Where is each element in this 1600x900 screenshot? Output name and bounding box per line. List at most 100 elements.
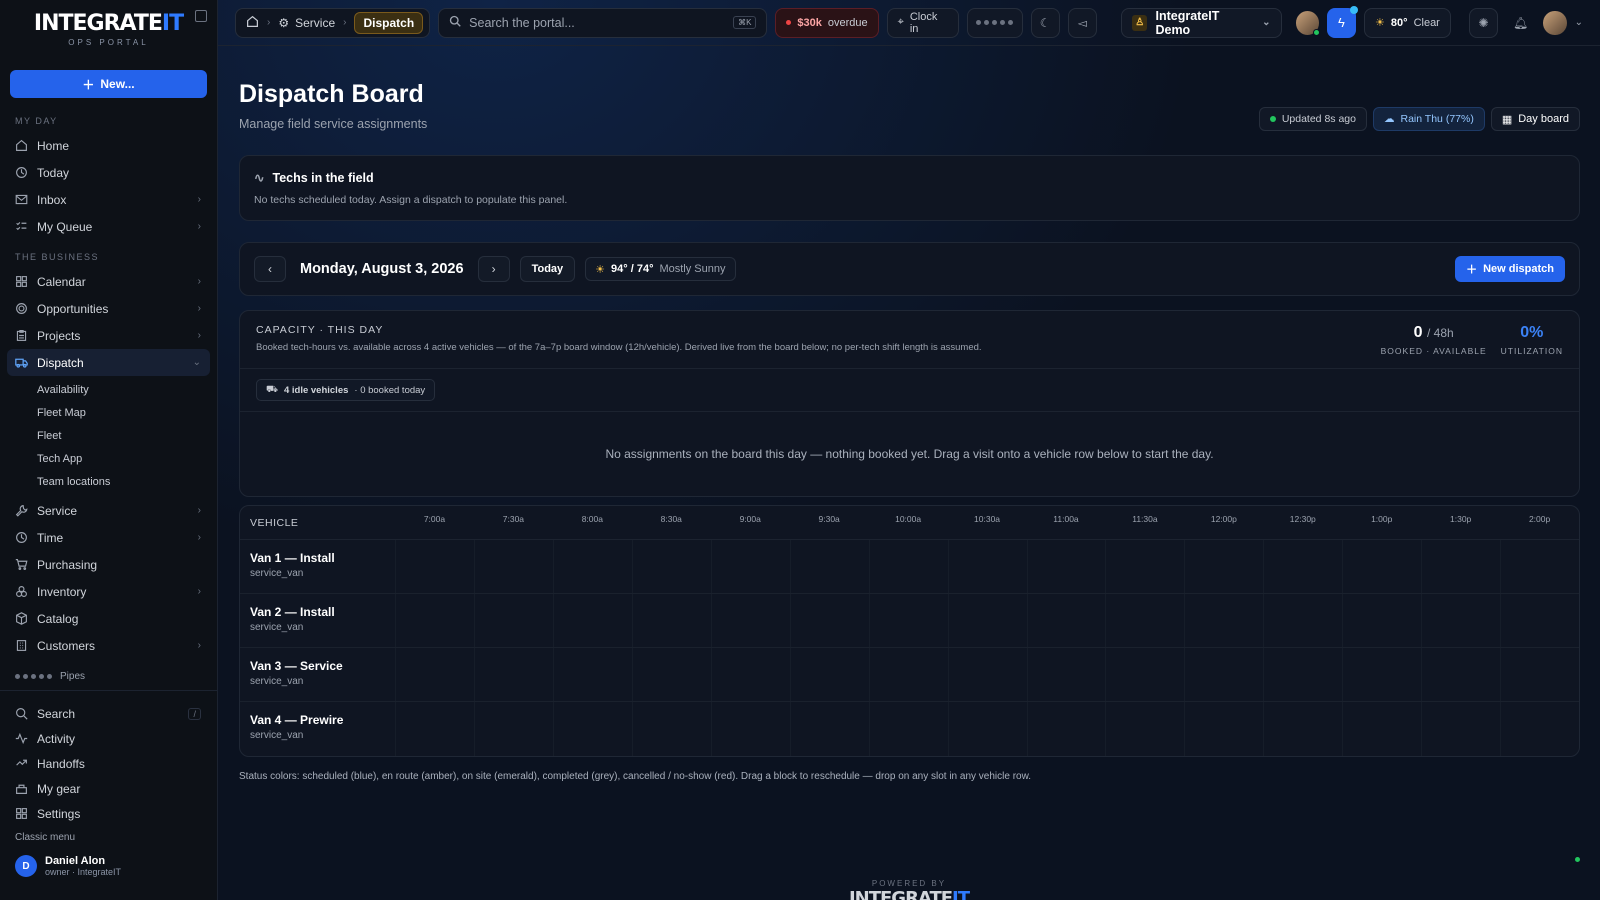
time-slot-dropzone[interactable] bbox=[631, 702, 711, 756]
team-avatar[interactable] bbox=[1295, 10, 1320, 36]
bolt-icon[interactable]: ϟ bbox=[1326, 5, 1359, 38]
vehicle-info[interactable]: Van 1 — Install service_van bbox=[240, 540, 395, 593]
chevron-down-icon[interactable]: ⌄ bbox=[1575, 17, 1583, 28]
time-slot-dropzone[interactable] bbox=[789, 540, 869, 593]
sidebar-subitem-fleet-map[interactable]: Fleet Map bbox=[0, 401, 217, 424]
pipes-toggle[interactable]: Pipes bbox=[0, 663, 217, 691]
new-dispatch-button[interactable]: ＋ New dispatch bbox=[1455, 256, 1565, 282]
sidebar-item-service[interactable]: Service › bbox=[0, 497, 217, 524]
time-slot-dropzone[interactable] bbox=[1263, 540, 1342, 593]
sidebar-collapse-icon[interactable] bbox=[195, 10, 207, 22]
time-slot-dropzone[interactable] bbox=[631, 540, 711, 593]
time-slot-dropzone[interactable] bbox=[473, 702, 553, 756]
time-slot-dropzone[interactable] bbox=[1026, 540, 1106, 593]
sidebar-item-search[interactable]: Search / bbox=[0, 701, 217, 726]
next-day-button[interactable]: › bbox=[477, 256, 510, 282]
time-slot-dropzone[interactable] bbox=[1263, 648, 1342, 701]
time-slot-dropzone[interactable] bbox=[1184, 648, 1263, 701]
time-slot-dropzone[interactable] bbox=[947, 702, 1027, 756]
sidebar-item-time[interactable]: Time › bbox=[0, 524, 217, 551]
org-switcher[interactable]: ♙ IntegrateIT Demo ⌄ bbox=[1121, 7, 1282, 38]
overdue-badge[interactable]: $30k overdue bbox=[775, 7, 879, 38]
time-slot-dropzone[interactable] bbox=[1105, 540, 1184, 593]
time-slot-dropzone[interactable] bbox=[395, 702, 474, 756]
bell-icon[interactable]: 🔔︎ bbox=[1506, 8, 1535, 38]
time-slot-dropzone[interactable] bbox=[868, 702, 948, 756]
breadcrumb-service[interactable]: ⚙ Service bbox=[278, 16, 335, 30]
time-slot-dropzone[interactable] bbox=[395, 594, 474, 647]
time-slot-dropzone[interactable] bbox=[1184, 594, 1263, 647]
time-slot-dropzone[interactable] bbox=[789, 702, 869, 756]
time-slot-dropzone[interactable] bbox=[473, 540, 553, 593]
time-slot-dropzone[interactable] bbox=[710, 702, 790, 756]
time-slot-dropzone[interactable] bbox=[1105, 648, 1184, 701]
brightness-icon[interactable]: ✺ bbox=[1468, 7, 1499, 38]
time-slot-dropzone[interactable] bbox=[1342, 594, 1421, 647]
time-slot-dropzone[interactable] bbox=[552, 540, 632, 593]
time-slot-dropzone[interactable] bbox=[868, 648, 948, 701]
time-slot-dropzone[interactable] bbox=[1421, 702, 1500, 756]
breadcrumb-current[interactable]: Dispatch bbox=[354, 11, 424, 34]
moon-icon[interactable]: ☾ bbox=[1030, 7, 1060, 38]
user-avatar[interactable] bbox=[1543, 10, 1567, 35]
time-slot-dropzone[interactable] bbox=[1500, 594, 1579, 647]
time-slot-dropzone[interactable] bbox=[1184, 540, 1263, 593]
time-slot-dropzone[interactable] bbox=[1026, 648, 1106, 701]
sidebar-item-purchasing[interactable]: Purchasing bbox=[0, 551, 217, 578]
sidebar-subitem-tech-app[interactable]: Tech App bbox=[0, 447, 217, 470]
time-slot-dropzone[interactable] bbox=[552, 648, 632, 701]
time-slot-dropzone[interactable] bbox=[789, 594, 869, 647]
classic-menu-link[interactable]: Classic menu bbox=[0, 826, 217, 849]
time-slot-dropzone[interactable] bbox=[1342, 648, 1421, 701]
time-slot-dropzone[interactable] bbox=[1026, 594, 1106, 647]
time-slot-dropzone[interactable] bbox=[1263, 702, 1342, 756]
time-slot-dropzone[interactable] bbox=[1500, 702, 1579, 756]
pipes-button[interactable] bbox=[966, 7, 1023, 38]
time-slot-dropzone[interactable] bbox=[710, 648, 790, 701]
vehicle-info[interactable]: Van 3 — Service service_van bbox=[240, 648, 395, 701]
time-slot-dropzone[interactable] bbox=[1421, 540, 1500, 593]
vehicle-info[interactable]: Van 2 — Install service_van bbox=[240, 594, 395, 647]
time-slot-dropzone[interactable] bbox=[1342, 540, 1421, 593]
time-slot-dropzone[interactable] bbox=[631, 648, 711, 701]
sidebar-item-inbox[interactable]: Inbox › bbox=[0, 186, 217, 213]
time-slot-dropzone[interactable] bbox=[1263, 594, 1342, 647]
prev-day-button[interactable]: ‹ bbox=[254, 256, 286, 282]
home-icon[interactable] bbox=[246, 15, 259, 31]
time-slot-dropzone[interactable] bbox=[1105, 594, 1184, 647]
time-slot-dropzone[interactable] bbox=[868, 594, 948, 647]
day-board-button[interactable]: ▦ Day board bbox=[1490, 107, 1580, 131]
clock-in-button[interactable]: ⌖ Clock in bbox=[886, 7, 959, 38]
sidebar-subitem-team-locations[interactable]: Team locations bbox=[0, 470, 217, 493]
vehicle-info[interactable]: Van 4 — Prewire service_van bbox=[240, 702, 395, 756]
time-slot-dropzone[interactable] bbox=[1026, 702, 1106, 756]
time-slot-dropzone[interactable] bbox=[1421, 594, 1500, 647]
sidebar-item-home[interactable]: Home bbox=[0, 132, 217, 159]
time-slot-dropzone[interactable] bbox=[395, 648, 474, 701]
sidebar-subitem-availability[interactable]: Availability bbox=[0, 378, 217, 401]
time-slot-dropzone[interactable] bbox=[1184, 702, 1263, 756]
time-slot-dropzone[interactable] bbox=[395, 540, 474, 593]
sidebar-item-calendar[interactable]: Calendar › bbox=[0, 268, 217, 295]
time-slot-dropzone[interactable] bbox=[552, 594, 632, 647]
sidebar-item-my-queue[interactable]: My Queue › bbox=[0, 213, 217, 240]
weather-widget[interactable]: ☀ 80° Clear bbox=[1364, 7, 1451, 38]
time-slot-dropzone[interactable] bbox=[552, 702, 632, 756]
sidebar-item-activity[interactable]: Activity bbox=[0, 726, 217, 751]
time-slot-dropzone[interactable] bbox=[473, 648, 553, 701]
search-input[interactable] bbox=[469, 15, 710, 30]
time-slot-dropzone[interactable] bbox=[710, 540, 790, 593]
sidebar-item-dispatch[interactable]: Dispatch ⌄ bbox=[7, 349, 210, 376]
sidebar-item-today[interactable]: Today bbox=[0, 159, 217, 186]
time-slot-dropzone[interactable] bbox=[789, 648, 869, 701]
time-slot-dropzone[interactable] bbox=[1500, 648, 1579, 701]
today-button[interactable]: Today bbox=[519, 256, 576, 282]
sidebar-subitem-fleet[interactable]: Fleet bbox=[0, 424, 217, 447]
rain-badge[interactable]: ☁ Rain Thu (77%) bbox=[1372, 107, 1485, 131]
time-slot-dropzone[interactable] bbox=[868, 540, 948, 593]
sidebar-item-projects[interactable]: Projects › bbox=[0, 322, 217, 349]
sidebar-item-settings[interactable]: Settings bbox=[0, 801, 217, 826]
sidebar-item-handoffs[interactable]: Handoffs bbox=[0, 751, 217, 776]
sidebar-item-inventory[interactable]: Inventory › bbox=[0, 578, 217, 605]
time-slot-dropzone[interactable] bbox=[947, 594, 1027, 647]
